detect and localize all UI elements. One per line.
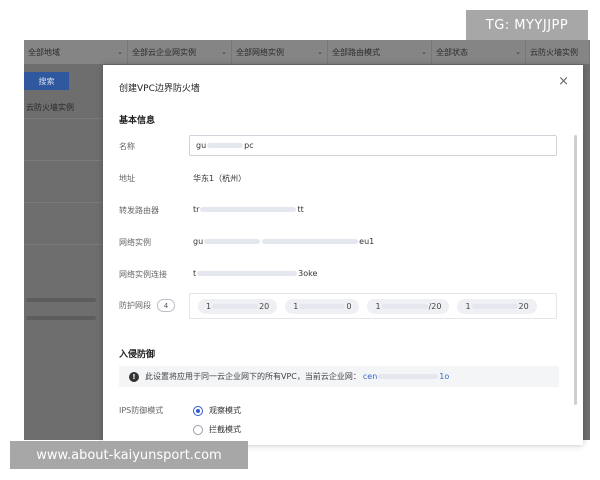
divider — [24, 244, 102, 245]
cidr-tag-start: 1 — [293, 301, 299, 311]
close-icon[interactable]: × — [558, 74, 569, 89]
cidr-label-row: 防护网段 4 — [119, 299, 175, 312]
masked-text — [197, 271, 298, 276]
cidr-tag-start: 1 — [375, 301, 381, 311]
cidr-tag-start: 1 — [465, 301, 471, 311]
cidr-tag-end: 20 — [518, 301, 529, 311]
radio-selected-icon[interactable] — [193, 405, 203, 416]
masked-text — [471, 303, 518, 309]
divider — [24, 118, 102, 119]
network-instance-end: eu1 — [359, 237, 375, 246]
filter-cen[interactable]: 全部云企业网实例 ⌄ — [128, 40, 232, 64]
masked-text — [212, 303, 259, 309]
filter-status-label: 全部状态 — [436, 47, 468, 57]
filter-route-mode[interactable]: 全部路由模式 ⌄ — [328, 40, 432, 64]
cen-link-end: 1o — [439, 372, 450, 381]
name-input[interactable]: gu pc — [189, 135, 557, 156]
name-value-end: pc — [244, 141, 254, 150]
filter-cen-label: 全部云企业网实例 — [132, 47, 196, 57]
filter-route-mode-label: 全部路由模式 — [332, 47, 380, 57]
name-label: 名称 — [119, 142, 135, 151]
section-ips: 入侵防御 — [119, 350, 156, 360]
chevron-down-icon: ⌄ — [117, 48, 123, 56]
cen-link[interactable]: cen 1o — [363, 372, 449, 381]
radio-block-mode[interactable]: 拦截模式 — [193, 424, 241, 435]
dialog-title: 创建VPC边界防火墙 — [119, 84, 200, 94]
masked-text — [381, 303, 428, 309]
router-label: 转发路由器 — [119, 206, 159, 215]
network-connection-value: t 3oke — [193, 269, 317, 278]
radio-observe-label: 观察模式 — [209, 406, 241, 415]
cidr-tag[interactable]: 10 — [285, 298, 360, 314]
create-firewall-dialog: 创建VPC边界防火墙 × 基本信息 名称 gu pc 地址 华东1（杭州） 转发… — [103, 65, 583, 445]
masked-text — [207, 143, 244, 148]
network-connection-start: t — [193, 269, 197, 278]
router-value-start: tr — [193, 205, 200, 214]
router-value-end: tt — [297, 205, 304, 214]
column-header: 云防火墙实例 — [26, 103, 74, 112]
masked-text — [262, 239, 359, 244]
cidr-label: 防护网段 — [119, 301, 151, 310]
cidr-tag[interactable]: 1 20 — [457, 298, 537, 314]
cidr-tag-end: 20 — [259, 301, 270, 311]
filter-network[interactable]: 全部网络实例 ⌄ — [232, 40, 328, 64]
network-instance-value: gu eu1 — [193, 237, 374, 246]
chevron-down-icon: ⌄ — [221, 48, 227, 56]
filter-bar: 全部地域 ⌄ 全部云企业网实例 ⌄ 全部网络实例 ⌄ 全部路由模式 ⌄ 全部状态 ⌄ 云防… — [24, 40, 590, 64]
radio-empty-icon[interactable] — [193, 424, 203, 435]
filter-region-label: 全部地域 — [28, 47, 60, 57]
masked-text — [200, 207, 297, 212]
filter-firewall[interactable]: 云防火墙实例 — [526, 40, 590, 64]
network-instance-label: 网络实例 — [119, 238, 151, 247]
blurred-row — [26, 316, 96, 320]
blurred-row — [26, 298, 96, 302]
info-icon: ! — [129, 371, 139, 382]
router-value: tr tt — [193, 205, 304, 214]
masked-text — [204, 239, 261, 244]
cidr-tag-start: 1 — [206, 301, 212, 311]
network-connection-label: 网络实例连接 — [119, 270, 167, 279]
radio-block-label: 拦截模式 — [209, 425, 241, 434]
ips-mode-label: IPS防御模式 — [119, 406, 164, 415]
filter-status[interactable]: 全部状态 ⌄ — [432, 40, 526, 64]
scrollbar[interactable] — [574, 135, 577, 405]
cidr-tag[interactable]: 1/20 — [367, 298, 450, 314]
filter-region[interactable]: 全部地域 ⌄ — [24, 40, 128, 64]
watermark-top: TG: MYYJJPP — [466, 10, 588, 40]
section-basic-info: 基本信息 — [119, 116, 156, 126]
search-button[interactable]: 搜索 — [24, 72, 69, 90]
chevron-down-icon: ⌄ — [317, 48, 323, 56]
cidr-count-badge: 4 — [157, 299, 175, 312]
masked-text — [378, 374, 439, 379]
info-notice: ! 此设置将应用于同一云企业网下的所有VPC，当前云企业网： cen 1o — [119, 366, 559, 387]
name-value-start: gu — [196, 141, 207, 150]
info-text: 此设置将应用于同一云企业网下的所有VPC，当前云企业网： — [145, 372, 361, 381]
region-value: 华东1（杭州） — [193, 174, 247, 183]
filter-network-label: 全部网络实例 — [236, 47, 284, 57]
watermark-bottom: www.about-kaiyunsport.com — [10, 441, 248, 469]
radio-observe-mode[interactable]: 观察模式 — [193, 405, 241, 416]
cidr-tag[interactable]: 1 20 — [198, 298, 278, 314]
chevron-down-icon: ⌄ — [515, 48, 521, 56]
network-instance-start: gu — [193, 237, 204, 246]
divider — [24, 160, 102, 161]
region-label: 地址 — [119, 174, 135, 183]
cidr-tag-end: /20 — [428, 301, 442, 311]
cidr-tag-list: 1 20 10 1/20 1 20 — [189, 293, 557, 319]
network-connection-end: 3oke — [298, 269, 318, 278]
divider — [24, 202, 102, 203]
cen-link-start: cen — [362, 372, 378, 381]
masked-text — [299, 303, 346, 309]
filter-firewall-label: 云防火墙实例 — [530, 47, 578, 57]
chevron-down-icon: ⌄ — [421, 48, 427, 56]
cidr-tag-end: 0 — [346, 301, 352, 311]
